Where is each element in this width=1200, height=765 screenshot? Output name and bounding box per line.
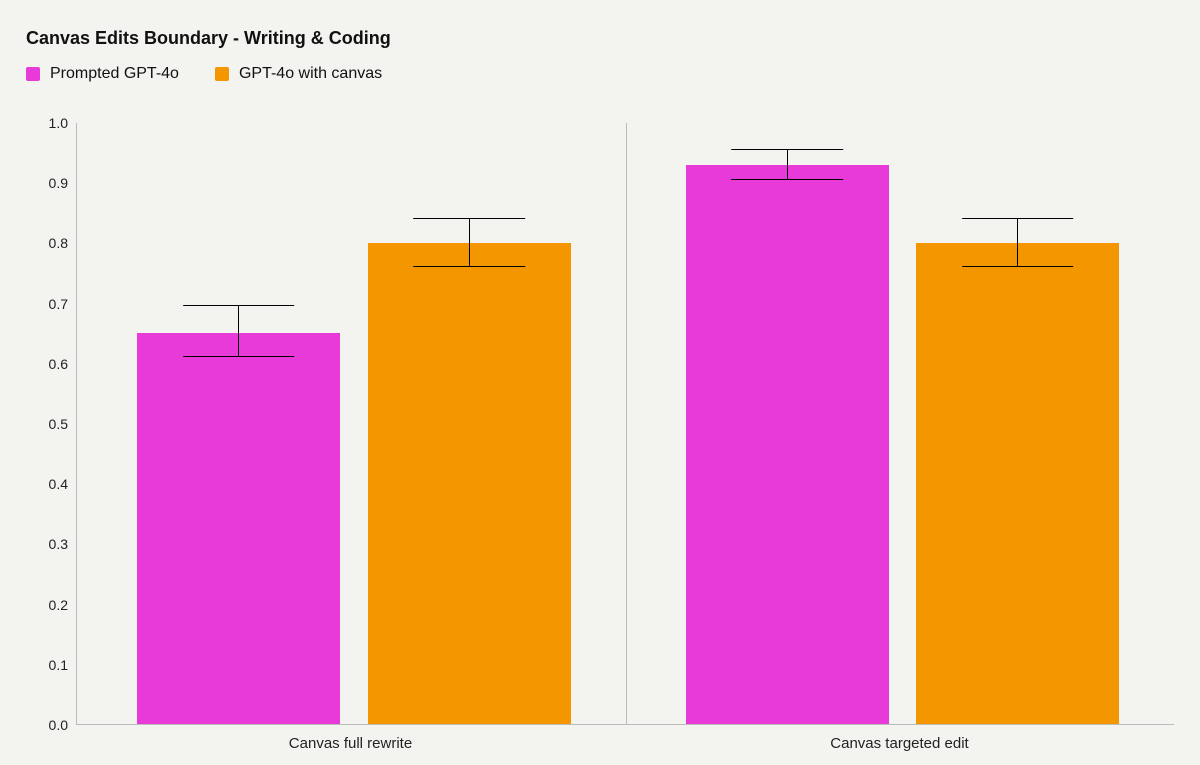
error-cap bbox=[731, 149, 843, 150]
y-tick-label: 0.6 bbox=[49, 356, 68, 372]
legend-label: GPT-4o with canvas bbox=[239, 65, 382, 83]
group-divider bbox=[626, 123, 627, 724]
x-tick-label: Canvas full rewrite bbox=[76, 725, 625, 759]
chart-frame: 0.00.10.20.30.40.50.60.70.80.91.0 Canvas… bbox=[26, 123, 1174, 759]
legend-label: Prompted GPT-4o bbox=[50, 65, 179, 83]
plot-area bbox=[76, 123, 1174, 725]
y-tick-label: 0.9 bbox=[49, 175, 68, 191]
bar bbox=[686, 165, 889, 724]
bar bbox=[368, 243, 571, 724]
error-bar bbox=[787, 150, 788, 180]
error-cap bbox=[413, 218, 525, 219]
bar bbox=[137, 333, 340, 724]
bar bbox=[916, 243, 1119, 724]
y-tick-label: 1.0 bbox=[49, 115, 68, 131]
error-bar bbox=[238, 306, 239, 357]
y-tick-label: 0.4 bbox=[49, 476, 68, 492]
error-cap bbox=[183, 305, 295, 306]
legend: Prompted GPT-4o GPT-4o with canvas bbox=[26, 65, 1174, 83]
chart-root: Canvas Edits Boundary - Writing & Coding… bbox=[0, 0, 1200, 765]
y-tick-label: 0.0 bbox=[49, 717, 68, 733]
y-tick-label: 0.1 bbox=[49, 657, 68, 673]
y-tick-label: 0.8 bbox=[49, 235, 68, 251]
y-tick-label: 0.7 bbox=[49, 296, 68, 312]
y-tick-label: 0.2 bbox=[49, 597, 68, 613]
y-axis: 0.00.10.20.30.40.50.60.70.80.91.0 bbox=[26, 123, 76, 725]
legend-swatch-icon bbox=[26, 67, 40, 81]
y-tick-label: 0.3 bbox=[49, 536, 68, 552]
error-cap bbox=[183, 356, 295, 357]
error-bar bbox=[469, 219, 470, 267]
legend-swatch-icon bbox=[215, 67, 229, 81]
legend-item-1: GPT-4o with canvas bbox=[215, 65, 382, 83]
x-tick-label: Canvas targeted edit bbox=[625, 725, 1174, 759]
error-cap bbox=[962, 218, 1074, 219]
error-cap bbox=[962, 266, 1074, 267]
plot-row: 0.00.10.20.30.40.50.60.70.80.91.0 bbox=[26, 123, 1174, 725]
legend-item-0: Prompted GPT-4o bbox=[26, 65, 179, 83]
y-tick-label: 0.5 bbox=[49, 416, 68, 432]
error-cap bbox=[731, 179, 843, 180]
x-axis: Canvas full rewrite Canvas targeted edit bbox=[76, 725, 1174, 759]
error-bar bbox=[1017, 219, 1018, 267]
error-cap bbox=[413, 266, 525, 267]
chart-title: Canvas Edits Boundary - Writing & Coding bbox=[26, 28, 1174, 49]
